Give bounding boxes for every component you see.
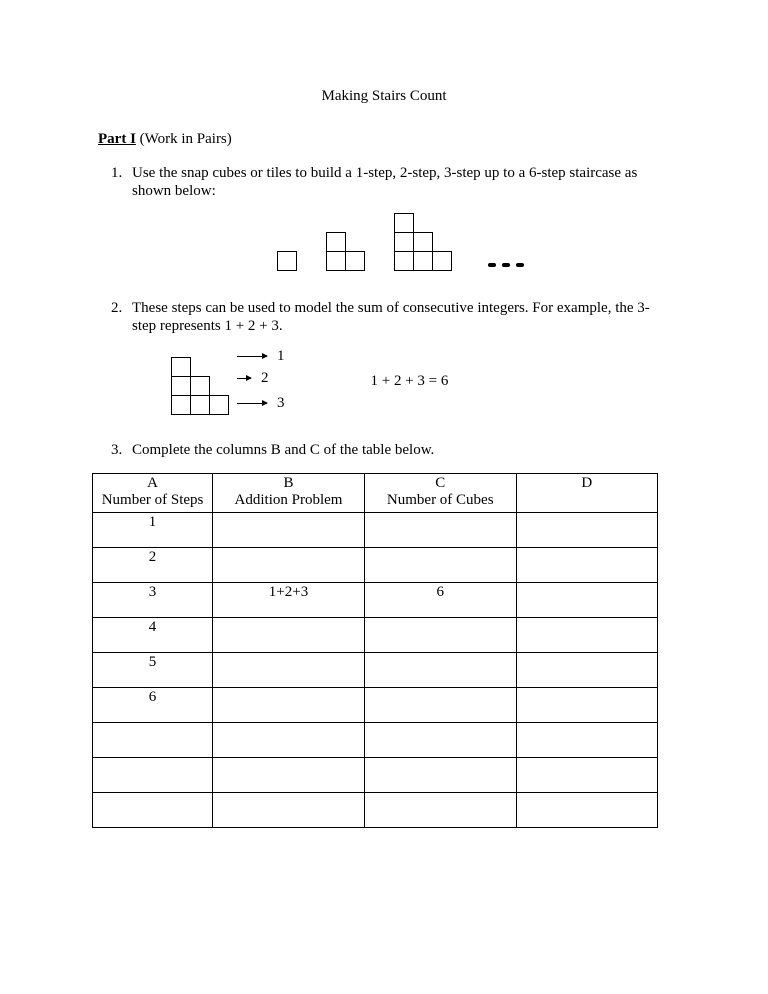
row-label-1: 1 [277,348,285,365]
col-C-header: C Number of Cubes [364,474,516,513]
row-label-2: 2 [261,370,269,387]
table-row [93,792,658,827]
sum-equation: 1 + 2 + 3 = 6 [371,373,449,390]
item-2-text: These steps can be used to model the sum… [132,299,670,335]
stair-1 [278,252,297,271]
table-row: 1 [93,512,658,547]
table-row: 6 [93,687,658,722]
table-header-row: A Number of Steps B Addition Problem C N… [93,474,658,513]
part-label: Part I [98,131,136,147]
list-item-2: These steps can be used to model the sum… [126,299,670,415]
ellipsis-icon [488,263,524,271]
stair-3-labeled: 1 2 3 [172,347,285,415]
item-3-text: Complete the columns B and C of the tabl… [132,441,670,459]
ordered-list: Use the snap cubes or tiles to build a 1… [126,164,670,459]
table-row: 2 [93,547,658,582]
list-item-3: Complete the columns B and C of the tabl… [126,441,670,459]
table-row: 5 [93,652,658,687]
arrow-icon [237,356,267,357]
data-table: A Number of Steps B Addition Problem C N… [92,473,658,828]
list-item-1: Use the snap cubes or tiles to build a 1… [126,164,670,271]
staircase-figure-row [132,214,670,271]
part-paren: (Work in Pairs) [140,131,232,147]
stair-3 [395,214,452,271]
part-heading: Part I (Work in Pairs) [98,131,670,148]
table-row [93,722,658,757]
col-B-header: B Addition Problem [213,474,365,513]
table-row: 4 [93,617,658,652]
stair-sum-diagram: 1 2 3 1 + 2 + 3 = 6 [132,347,670,415]
page-title: Making Stairs Count [98,88,670,105]
stair-2 [327,233,365,271]
table-row: 31+2+3 6 [93,582,658,617]
arrow-icon [237,403,267,404]
arrow-icon [237,378,251,379]
item-1-text: Use the snap cubes or tiles to build a 1… [132,164,670,200]
col-A-header: A Number of Steps [93,474,213,513]
worksheet-page: Making Stairs Count Part I (Work in Pair… [0,0,768,994]
col-D-header: D [516,474,657,513]
table-row [93,757,658,792]
row-label-3: 3 [277,395,285,412]
